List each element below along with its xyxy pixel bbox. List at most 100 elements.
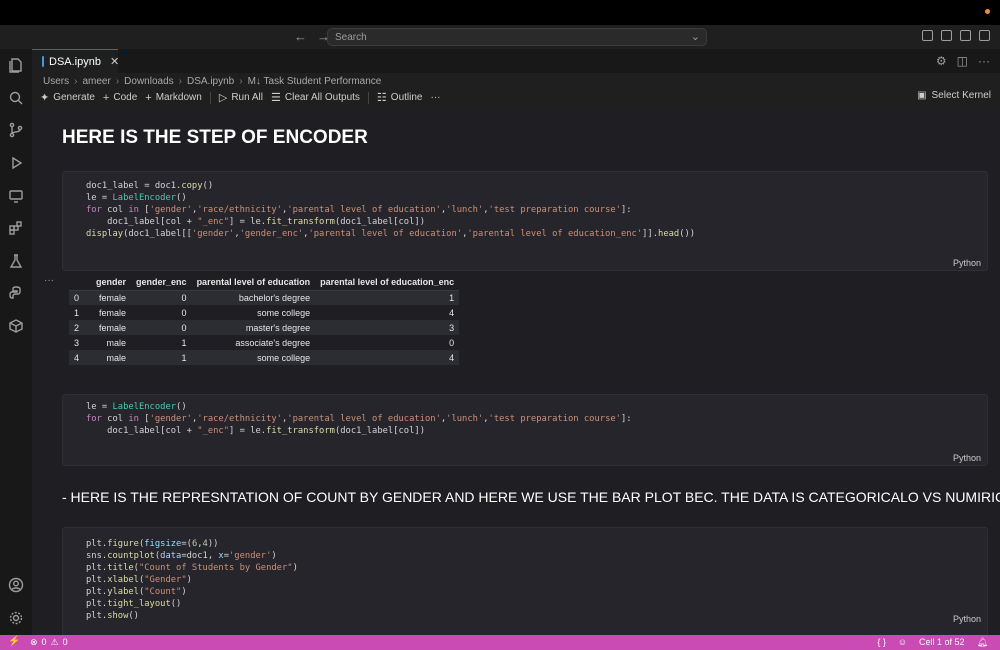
select-kernel-button[interactable]: ▣ Select Kernel — [917, 90, 991, 101]
markdown-heading-countplot: - HERE IS THE REPRESNTATION OF COUNT BY … — [62, 489, 1000, 505]
remote-explorer-icon[interactable] — [8, 188, 24, 204]
table-cell: associate's degree — [235, 337, 311, 348]
table-cell: 0 — [131, 290, 192, 305]
clear-all-label: Clear All Outputs — [284, 92, 360, 103]
select-kernel-label: Select Kernel — [931, 90, 991, 101]
tab-dsa-notebook[interactable]: DSA.ipynb ✕ — [32, 49, 119, 73]
jupyter-icon[interactable] — [8, 318, 24, 334]
row-index: 1 — [74, 307, 80, 318]
code-editor-1[interactable]: doc1_label = doc1.copy() le = LabelEncod… — [86, 180, 695, 240]
column-header: gender_enc — [131, 275, 192, 291]
error-count: 0 — [41, 637, 47, 647]
command-center-search[interactable]: Search ⌄ — [327, 28, 707, 46]
table-cell: bachelor's degree — [191, 290, 316, 305]
customize-layout-icon[interactable] — [922, 30, 933, 41]
copilot-icon[interactable]: ☺ — [898, 637, 907, 648]
more-actions-icon[interactable]: ··· — [978, 54, 990, 68]
sparkle-icon: ✦ — [40, 92, 50, 104]
status-bar: ⚡ ⊗ 0 ⚠ 0 { } ☺ Cell 1 of 52 🔔︎ — [0, 635, 1000, 650]
breadcrumb-item[interactable]: Users — [43, 76, 69, 87]
code-label: Code — [113, 92, 138, 103]
notification-dot — [985, 9, 990, 14]
table-cell: 0 — [181, 307, 187, 318]
run-debug-icon[interactable] — [8, 155, 24, 171]
account-icon[interactable] — [8, 577, 24, 593]
clear-all-outputs-button[interactable]: ☰ Clear All Outputs — [271, 91, 360, 104]
toggle-panel-icon[interactable] — [960, 30, 971, 41]
output-menu-icon[interactable]: ··· — [44, 275, 54, 286]
cell-language-label[interactable]: Python — [953, 614, 981, 624]
settings-gear-icon[interactable] — [8, 610, 24, 626]
notebook-settings-icon[interactable]: ⚙ — [936, 54, 947, 68]
dataframe-output: gender gender_enc parental level of educ… — [69, 275, 460, 365]
table-cell: female — [91, 290, 132, 305]
breadcrumb-item[interactable]: DSA.ipynb — [187, 76, 234, 87]
column-header: gender — [91, 275, 132, 291]
source-control-icon[interactable] — [8, 122, 24, 138]
problems-indicator[interactable]: ⊗ 0 ⚠ 0 — [30, 637, 68, 648]
table-header-row: gender gender_enc parental level of educ… — [69, 275, 460, 291]
breadcrumb-item[interactable]: ameer — [82, 76, 110, 87]
error-icon: ⊗ — [30, 637, 38, 647]
column-header: parental level of education_enc — [315, 275, 460, 291]
table-row: 2 female 0 master's degree 3 — [69, 320, 460, 335]
explorer-icon[interactable] — [8, 57, 24, 73]
toggle-secondary-sidebar-icon[interactable] — [979, 30, 990, 41]
split-editor-icon[interactable]: ◫ — [957, 54, 968, 68]
breadcrumb-item[interactable]: M↓ Task Student Performance — [248, 76, 382, 87]
table-cell: 1 — [315, 290, 460, 305]
more-toolbar-button[interactable]: ··· — [430, 92, 440, 103]
kernel-icon: ▣ — [917, 90, 927, 101]
add-markdown-button[interactable]: + Markdown — [145, 92, 202, 104]
toolbar-divider — [367, 91, 369, 104]
testing-icon[interactable] — [8, 253, 24, 269]
table-cell: male — [106, 337, 127, 348]
breadcrumb-item[interactable]: Downloads — [124, 76, 173, 87]
column-header: parental level of education — [191, 275, 316, 291]
table-cell: 1 — [181, 337, 187, 348]
row-index: 3 — [74, 337, 80, 348]
navigation-arrows: ← → — [294, 29, 330, 44]
code-editor-3[interactable]: plt.figure(figsize=(6,4)) sns.countplot(… — [86, 538, 298, 622]
toggle-primary-sidebar-icon[interactable] — [941, 30, 952, 41]
notebook-icon — [42, 56, 44, 67]
close-icon[interactable]: ✕ — [110, 55, 119, 68]
cell-language-label[interactable]: Python — [953, 258, 981, 268]
generate-button[interactable]: ✦ Generate — [40, 91, 95, 104]
row-index: 4 — [69, 350, 92, 365]
markdown-heading-encoder: HERE IS THE STEP OF ENCODER — [62, 127, 368, 148]
cell-position-indicator[interactable]: Cell 1 of 52 — [919, 637, 965, 648]
back-arrow-icon[interactable]: ← — [294, 29, 307, 44]
code-cell-3[interactable]: plt.figure(figsize=(6,4)) sns.countplot(… — [62, 527, 988, 635]
row-index: 0 — [69, 290, 92, 305]
table-cell: 4 — [449, 307, 455, 318]
run-all-label: Run All — [231, 92, 263, 103]
table-cell: female — [99, 307, 127, 318]
code-editor-2[interactable]: le = LabelEncoder() for col in ['gender'… — [86, 401, 632, 437]
table-cell: 0 — [131, 320, 192, 335]
table-cell: 1 — [131, 350, 192, 365]
search-icon[interactable] — [8, 90, 24, 106]
column-header — [69, 275, 92, 291]
outline-button[interactable]: ☷ Outline — [377, 91, 423, 104]
notebook-content: HERE IS THE STEP OF ENCODER doc1_label =… — [32, 109, 1000, 635]
run-all-button[interactable]: ▷ Run All — [219, 91, 263, 104]
python-icon[interactable] — [8, 285, 24, 301]
warning-icon: ⚠ — [50, 637, 59, 647]
extensions-icon[interactable] — [8, 220, 24, 236]
run-all-icon: ▷ — [218, 92, 228, 104]
notifications-bell-icon[interactable]: 🔔︎ — [977, 637, 988, 648]
copilot-chevron-icon[interactable]: ⌄ — [691, 30, 700, 43]
table-row: 4 male 1 some college 4 — [69, 350, 460, 365]
table-cell: female — [91, 320, 132, 335]
code-cell-1[interactable]: doc1_label = doc1.copy() le = LabelEncod… — [62, 171, 988, 271]
cell-language-label[interactable]: Python — [953, 453, 981, 463]
table-cell: 4 — [315, 350, 460, 365]
table-row: 1 female 0 some college 4 — [69, 305, 459, 320]
table-cell: 3 — [315, 320, 460, 335]
language-braces-indicator[interactable]: { } — [877, 637, 886, 648]
plus-icon: + — [102, 91, 110, 104]
add-code-button[interactable]: + Code — [103, 92, 137, 104]
remote-indicator-icon[interactable]: ⚡ — [8, 636, 20, 647]
code-cell-2[interactable]: le = LabelEncoder() for col in ['gender'… — [62, 394, 988, 466]
